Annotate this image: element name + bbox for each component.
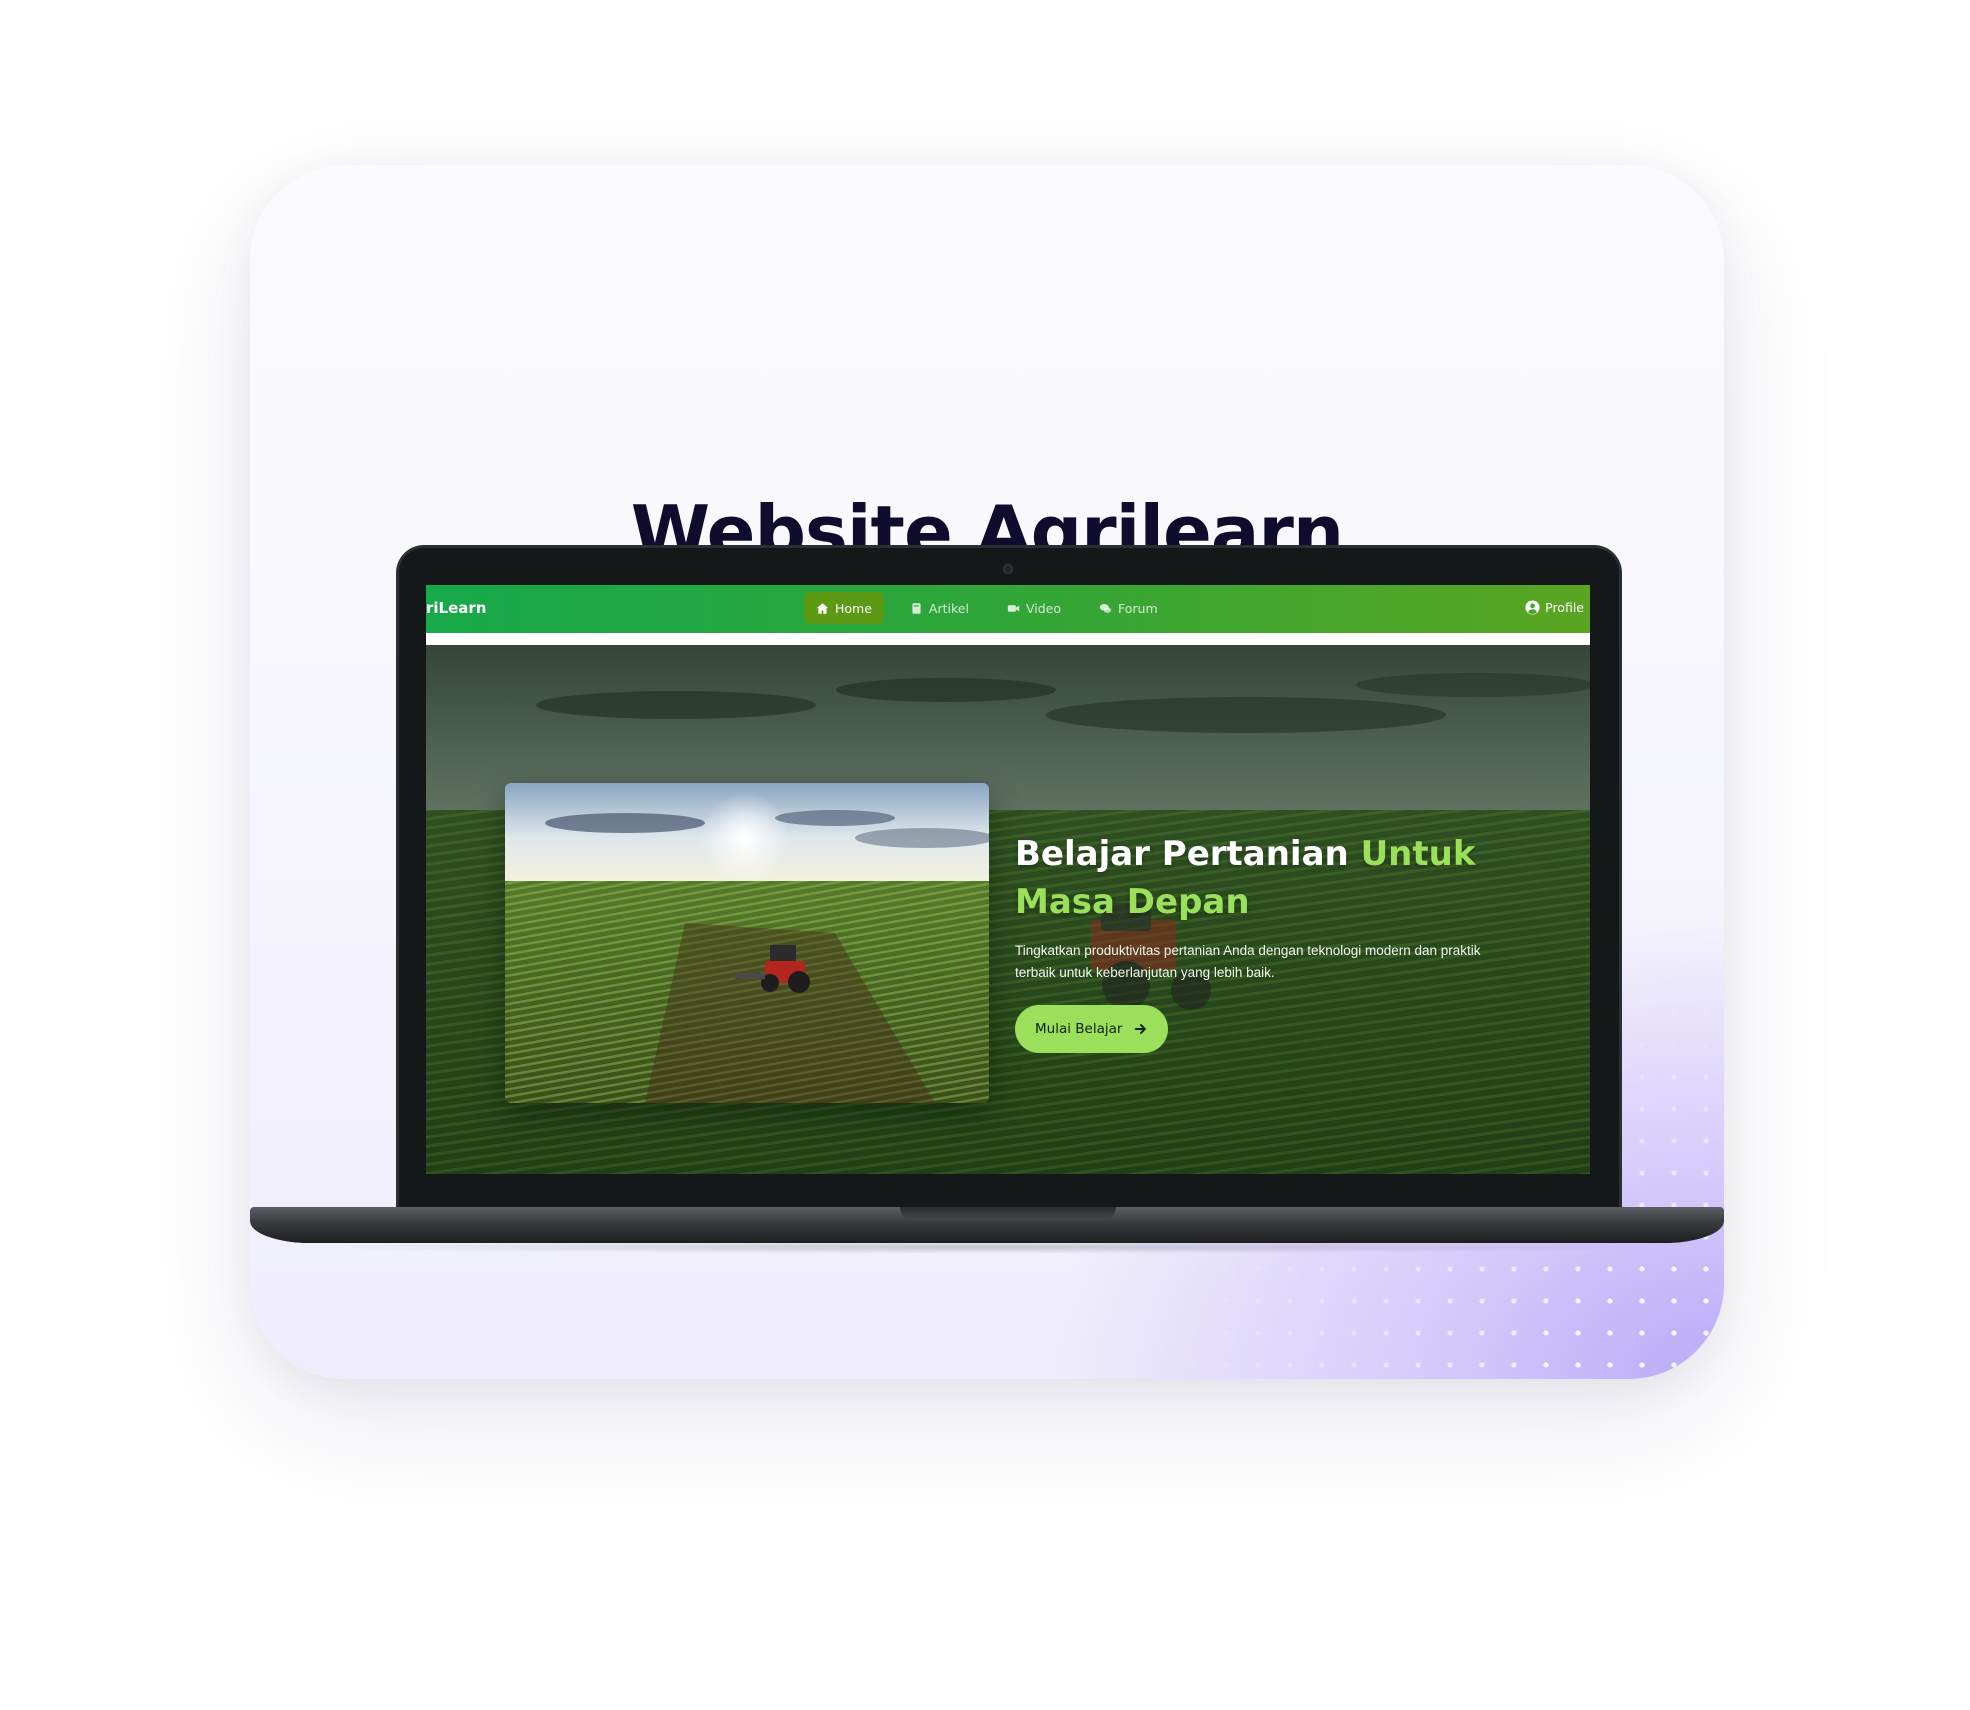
video-camera-icon	[1007, 604, 1020, 612]
nav-item-artikel[interactable]: Artikel	[898, 592, 981, 624]
laptop-shadow	[300, 1240, 1674, 1254]
laptop-notch	[900, 1207, 1116, 1220]
hero-subtitle: Tingkatkan produktivitas pertanian Anda …	[1015, 943, 1481, 980]
start-learning-button[interactable]: Mulai Belajar	[1015, 1005, 1169, 1053]
profile-link[interactable]: Profile	[1525, 600, 1584, 615]
navbar: riLearn Home Artikel Video Forum Profile	[426, 585, 1590, 633]
nav-item-label: Home	[835, 600, 872, 616]
cta-label: Mulai Belajar	[1035, 1021, 1123, 1037]
user-circle-icon	[1525, 600, 1540, 615]
hero-tractor-image	[505, 783, 989, 1103]
home-icon	[816, 602, 829, 614]
profile-label: Profile	[1545, 600, 1584, 615]
hero-title-main: Belajar Pertanian	[1015, 834, 1361, 874]
nav-item-label: Video	[1025, 600, 1061, 616]
nav-item-forum[interactable]: Forum	[1087, 592, 1170, 624]
hero-section: Belajar Pertanian Untuk Masa Depan Tingk…	[426, 645, 1590, 1174]
nav-item-label: Forum	[1117, 600, 1158, 616]
nav-item-home[interactable]: Home	[804, 592, 884, 624]
arrow-right-icon	[1135, 1024, 1147, 1034]
chat-bubbles-icon	[1099, 603, 1112, 613]
nav-item-video[interactable]: Video	[995, 592, 1073, 624]
brand-logo[interactable]: riLearn	[426, 599, 486, 617]
nav-links: Home Artikel Video Forum	[804, 592, 1170, 624]
book-icon	[912, 602, 921, 614]
laptop-screen: riLearn Home Artikel Video Forum Profile	[426, 585, 1590, 1174]
navbar-divider	[426, 633, 1590, 645]
hero-text: Belajar Pertanian Untuk Masa Depan Tingk…	[1015, 830, 1535, 1053]
webcam	[1003, 564, 1013, 574]
hero-title: Belajar Pertanian Untuk Masa Depan	[1015, 830, 1535, 926]
nav-item-label: Artikel	[928, 600, 969, 616]
